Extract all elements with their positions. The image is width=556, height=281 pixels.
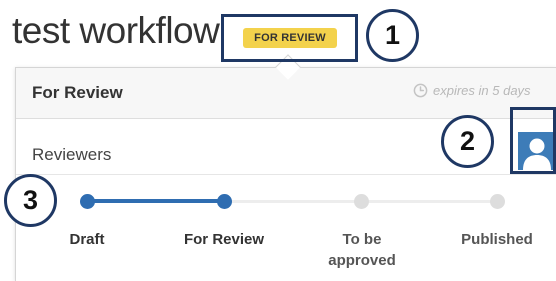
step-dot-for-review[interactable] (217, 194, 232, 209)
reviewers-label: Reviewers (32, 145, 112, 164)
expiry-info: expires in 5 days (413, 83, 531, 98)
workflow-screen: test workflow FOR REVIEW For Review expi… (0, 0, 556, 281)
step-label-draft: Draft (69, 231, 105, 248)
step-dot-published[interactable] (490, 194, 505, 209)
step-dot-to-be-approved[interactable] (354, 194, 369, 209)
callout-box-status (221, 14, 358, 62)
workflow-popover: For Review expires in 5 days Reviewers D… (15, 67, 556, 281)
step-label-published: Published (461, 231, 533, 248)
clock-icon (413, 83, 428, 98)
callout-box-reviewer (510, 107, 556, 174)
step-label-to-be-approved: To be approved (328, 231, 396, 269)
expiry-text: expires in 5 days (433, 83, 531, 98)
callout-number-2: 2 (441, 115, 494, 168)
workflow-progress: Draft For Review To be approved Publishe… (16, 175, 556, 281)
progress-track-fill (86, 199, 224, 203)
callout-number-3: 3 (4, 174, 57, 227)
step-label-for-review: For Review (183, 231, 265, 248)
page-title: test workflow (12, 10, 220, 51)
step-dot-draft[interactable] (80, 194, 95, 209)
callout-number-1: 1 (366, 9, 419, 62)
popover-title: For Review (32, 83, 123, 102)
